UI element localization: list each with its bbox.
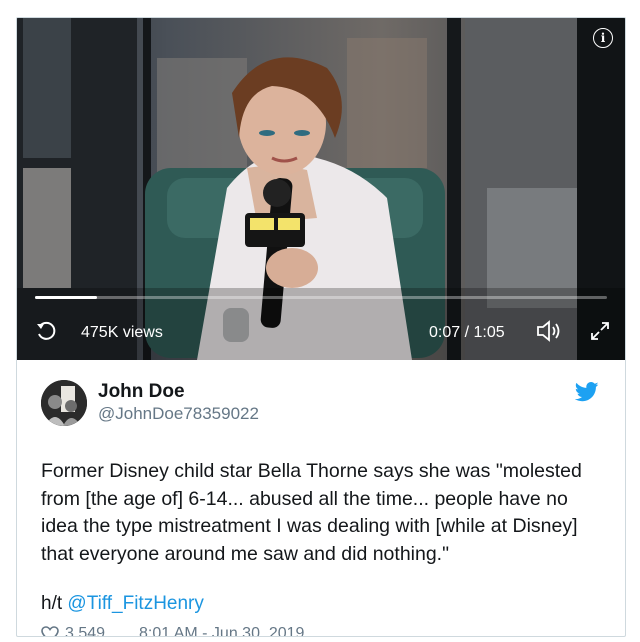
hat-tip: h/t @Tiff_FitzHenry — [41, 593, 204, 615]
expand-icon[interactable] — [589, 320, 611, 342]
video-controls: 475K views 0:07 / 1:05 — [17, 314, 625, 348]
avatar[interactable] — [41, 380, 87, 426]
video-player[interactable]: i 475K views 0:07 / 1:05 — [17, 18, 625, 360]
author-handle[interactable]: @JohnDoe78359022 — [98, 404, 259, 424]
embedded-tweet-card: i 475K views 0:07 / 1:05 John Doe @JohnD… — [16, 17, 626, 637]
video-time: 0:07 / 1:05 — [429, 324, 505, 341]
hat-tip-link[interactable]: @Tiff_FitzHenry — [67, 593, 203, 614]
replay-icon[interactable] — [35, 320, 57, 342]
author-name[interactable]: John Doe — [98, 381, 185, 403]
twitter-bird-icon[interactable] — [575, 382, 599, 402]
tweet-timestamp[interactable]: 8:01 AM - Jun 30, 2019 — [139, 625, 304, 636]
tweet-text: Former Disney child star Bella Thorne sa… — [41, 460, 582, 565]
info-icon[interactable]: i — [593, 28, 613, 48]
like-count[interactable]: 3,549 — [65, 625, 105, 636]
video-progress-fill — [35, 296, 97, 299]
volume-icon[interactable] — [535, 318, 565, 344]
avatar-image — [41, 380, 87, 426]
video-progress-track[interactable] — [35, 296, 607, 299]
heart-icon[interactable] — [41, 625, 59, 637]
view-count: 475K views — [81, 324, 163, 341]
hat-tip-prefix: h/t — [41, 593, 63, 614]
video-frame — [17, 18, 625, 360]
